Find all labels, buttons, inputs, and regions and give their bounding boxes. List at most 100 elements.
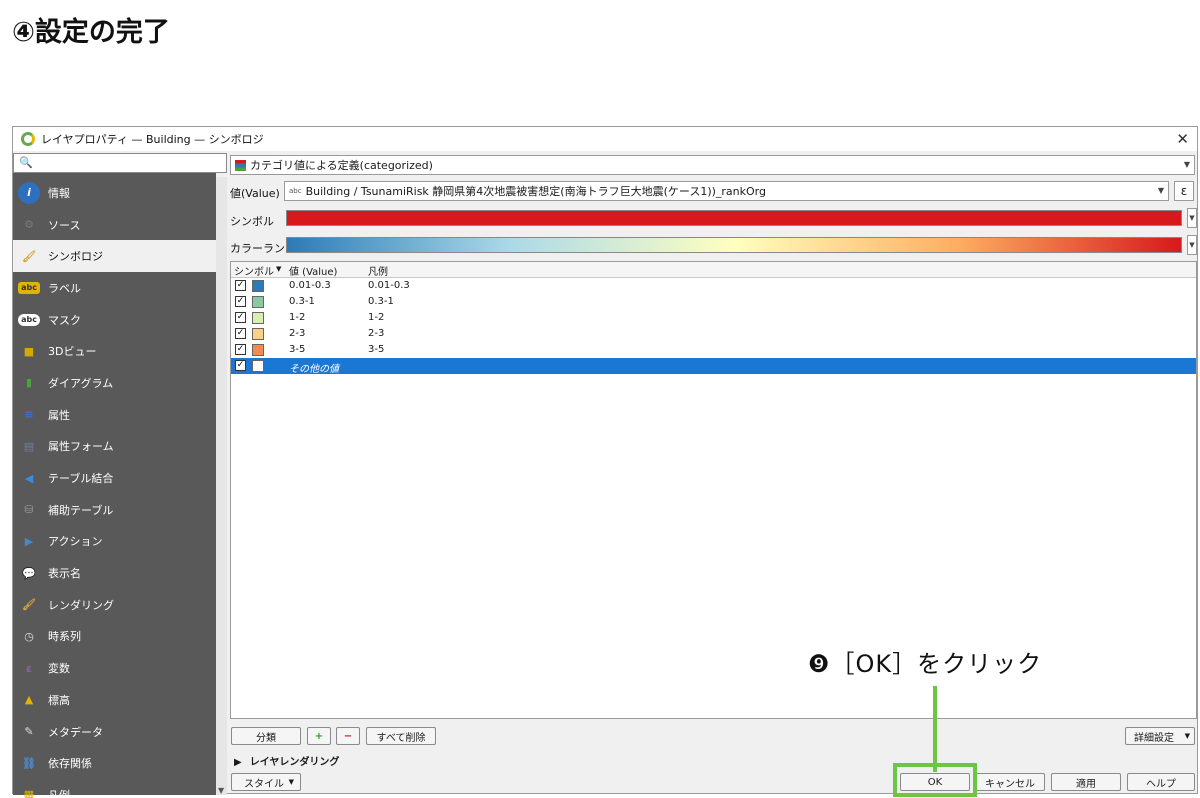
table-body: ✓ 0.01-0.3 0.01-0.3 ✓ 0.3-1 0.3-1 ✓ 1-2 1-2 ✓ 2-3 2… [231, 278, 1196, 375]
sidebar-item-legend[interactable]: ▦ 凡例 [13, 779, 216, 798]
help-button[interactable]: ヘルプ [1127, 773, 1195, 791]
sidebar-item-dependency[interactable]: ⛓ 依存関係 [13, 747, 216, 779]
sidebar-item-variable[interactable]: ε 変数 [13, 652, 216, 684]
join-icon: ◀ [24, 471, 34, 485]
sidebar-item-brush[interactable]: 🖌 レンダリング [13, 589, 216, 621]
sidebar-item-source[interactable]: ⚙ ソース [13, 209, 216, 241]
row-checkbox[interactable]: ✓ [235, 296, 246, 307]
sidebar-item-clock[interactable]: ◷ 時系列 [13, 621, 216, 653]
style-label: スタイル [244, 778, 284, 790]
colorramp-button[interactable] [286, 237, 1182, 253]
sidebar-item-label: 表示名 [48, 567, 81, 581]
row-value: 1-2 [289, 312, 306, 323]
sidebar-item-diagram[interactable]: ▮ ダイアグラム [13, 367, 216, 399]
sidebar-item-attributes[interactable]: ≡ 属性 [13, 399, 216, 431]
row-symbol-swatch[interactable] [252, 344, 264, 356]
table-row[interactable]: ✓ 3-5 3-5 [231, 342, 1196, 358]
value-label: 値(Value) [230, 187, 280, 200]
sidebar-item-label[interactable]: abc ラベル [13, 272, 216, 304]
sidebar: 🔍 i 情報 ⚙ ソース 🖌 シンボロジ abc ラベル abc マスク ■ 3Dビュー ▮ ダイアグラム… [13, 153, 227, 798]
page-heading: ④設定の完了 [12, 17, 170, 48]
cancel-button[interactable]: キャンセル [975, 773, 1045, 791]
classify-button[interactable]: 分類 [231, 727, 301, 745]
sidebar-item-elevation[interactable]: ▲ 標高 [13, 684, 216, 716]
sidebar-item-label: メタデータ [48, 725, 103, 739]
sidebar-item-database[interactable]: ⛁ 補助テーブル [13, 494, 216, 526]
scroll-down-icon[interactable]: ▼ [218, 786, 224, 795]
sidebar-item-metadata[interactable]: ✎ メタデータ [13, 716, 216, 748]
sidebar-item-action[interactable]: ▶ アクション [13, 526, 216, 558]
legend-icon: ▦ [23, 788, 35, 798]
sidebar-item-cube[interactable]: ■ 3Dビュー [13, 335, 216, 367]
row-checkbox[interactable]: ✓ [235, 360, 246, 371]
table-row[interactable]: ✓ 1-2 1-2 [231, 310, 1196, 326]
row-symbol-swatch[interactable] [252, 296, 264, 308]
header-symbol[interactable]: シンボル [234, 263, 274, 278]
symbol-button[interactable] [286, 210, 1182, 226]
sidebar-scrollbar[interactable]: ▼ [216, 177, 227, 795]
field-type-icon: abc [289, 187, 302, 195]
add-category-button[interactable]: + [307, 727, 331, 745]
colorramp-dropdown-button[interactable]: ▼ [1187, 235, 1197, 255]
sidebar-item-label: ソース [48, 218, 81, 232]
value-field-select[interactable]: abc Building / TsunamiRisk 静岡県第4次地震被害想定(… [284, 181, 1169, 201]
row-checkbox[interactable]: ✓ [235, 280, 246, 291]
table-row[interactable]: ✓ 0.3-1 0.3-1 [231, 294, 1196, 310]
chevron-down-icon: ▼ [1183, 160, 1190, 169]
value-field-text: Building / TsunamiRisk 静岡県第4次地震被害想定(南海トラ… [305, 185, 766, 198]
sidebar-item-label: 凡例 [48, 788, 70, 798]
expand-arrow-icon: ▶ [234, 757, 242, 768]
row-checkbox[interactable]: ✓ [235, 344, 246, 355]
header-legend[interactable]: 凡例 [368, 263, 388, 278]
sidebar-item-info[interactable]: i 情報 [13, 177, 216, 209]
row-symbol-swatch[interactable] [252, 280, 264, 292]
database-icon: ⛁ [24, 503, 34, 517]
categorized-icon [235, 159, 246, 171]
row-checkbox[interactable]: ✓ [235, 312, 246, 323]
table-row[interactable]: ✓ 2-3 2-3 [231, 326, 1196, 342]
metadata-icon: ✎ [24, 725, 34, 739]
sidebar-item-paintbrush[interactable]: 🖌 シンボロジ [13, 240, 216, 273]
layer-rendering-label: レイヤレンダリング [249, 757, 340, 768]
sidebar-item-mask[interactable]: abc マスク [13, 304, 216, 336]
row-checkbox[interactable]: ✓ [235, 328, 246, 339]
renderer-select[interactable]: カテゴリ値による定義(categorized) ▼ [230, 155, 1195, 175]
sidebar-item-tooltip[interactable]: 💬 表示名 [13, 557, 216, 589]
sidebar-item-label: レンダリング [48, 598, 114, 612]
ok-highlight-frame [893, 763, 977, 797]
sidebar-item-form[interactable]: ▤ 属性フォーム [13, 431, 216, 463]
sidebar-search-input[interactable]: 🔍 [13, 153, 227, 173]
chevron-down-icon: ▼ [288, 778, 294, 786]
variable-icon: ε [25, 661, 33, 675]
sidebar-item-label: マスク [48, 313, 81, 327]
close-icon[interactable]: ✕ [1176, 130, 1189, 148]
row-symbol-swatch[interactable] [252, 312, 264, 324]
remove-category-button[interactable]: − [336, 727, 360, 745]
sidebar-item-label: ラベル [48, 281, 81, 295]
action-icon: ▶ [24, 534, 34, 548]
header-value[interactable]: 値 (Value) [289, 263, 337, 278]
symbol-dropdown-button[interactable]: ▼ [1187, 208, 1197, 228]
expression-button[interactable]: ε [1174, 181, 1194, 201]
sidebar-item-label: 情報 [48, 186, 70, 200]
table-row[interactable]: ✓ 0.01-0.3 0.01-0.3 [231, 278, 1196, 294]
apply-button[interactable]: 適用 [1051, 773, 1121, 791]
remove-all-button[interactable]: すべて削除 [366, 727, 436, 745]
row-value: 3-5 [289, 344, 306, 355]
row-value: その他の値 [289, 364, 339, 375]
sidebar-item-label: 標高 [48, 693, 70, 707]
category-table[interactable]: シンボル ▼ 値 (Value) 凡例 ✓ 0.01-0.3 0.01-0.3 ✓ 0.… [230, 261, 1197, 719]
sidebar-item-label: 時系列 [48, 630, 81, 644]
source-icon: ⚙ [24, 218, 34, 232]
sidebar-item-label: 変数 [48, 662, 70, 676]
row-symbol-swatch[interactable] [252, 328, 264, 340]
table-row[interactable]: ✓ その他の値 [231, 358, 1196, 375]
advanced-button[interactable]: 詳細設定 ▼ [1125, 727, 1195, 745]
style-button[interactable]: スタイル ▼ [231, 773, 301, 791]
sidebar-item-join[interactable]: ◀ テーブル結合 [13, 462, 216, 494]
row-symbol-swatch[interactable] [252, 360, 264, 372]
row-legend: 0.01-0.3 [368, 280, 410, 291]
row-value: 0.3-1 [289, 296, 315, 307]
layer-rendering-toggle[interactable]: ▶ レイヤレンダリング [234, 753, 339, 768]
sidebar-item-label: 属性フォーム [48, 440, 114, 454]
